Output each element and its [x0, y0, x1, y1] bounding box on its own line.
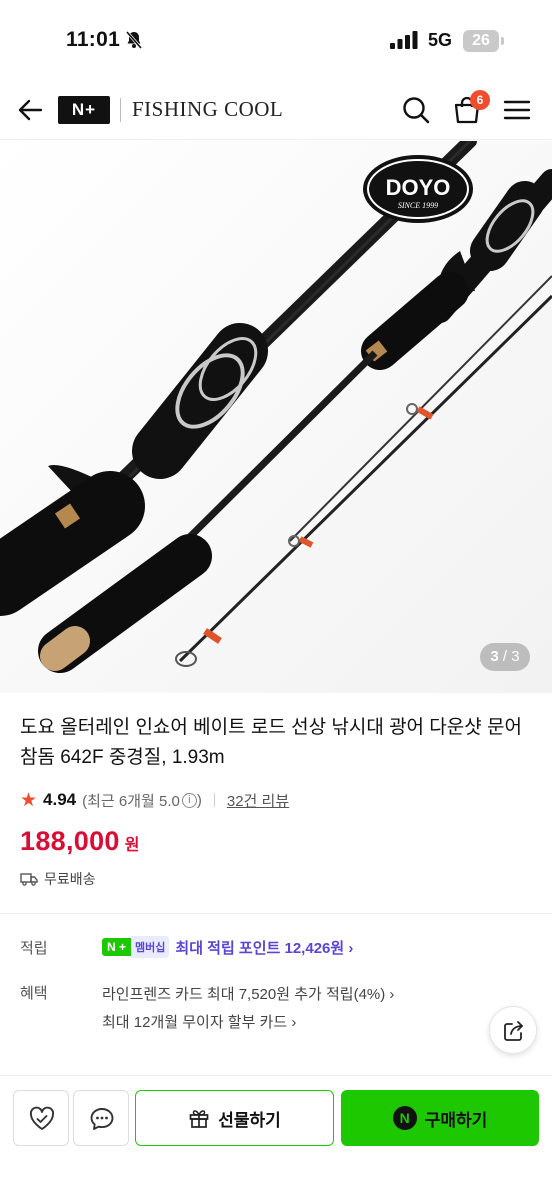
product-title: 도요 올터레인 인쇼어 베이트 로드 선상 낚시대 광어 다운샷 문어 참돔 6…	[20, 717, 522, 768]
rating-score: 4.94	[43, 790, 77, 809]
rating-recent: (최근 6개월 5.0	[82, 792, 180, 810]
membership-badge: 멤버십	[131, 936, 170, 958]
status-bar: 11:01 5G 26	[0, 0, 552, 80]
brand-divider	[120, 98, 121, 122]
rating-divider	[213, 793, 215, 807]
chat-inquiry-button[interactable]	[73, 1090, 129, 1146]
gift-button-label: 선물하기	[218, 1110, 281, 1130]
shipping-info: 무료배송	[20, 869, 96, 889]
review-count-link[interactable]: 32건 리뷰	[227, 790, 289, 811]
battery-icon: 26	[463, 30, 504, 52]
brand-logo-subtext: SINCE 1999	[398, 201, 438, 210]
benefit-label: 혜택	[20, 985, 48, 1002]
bottom-action-bar: 선물하기 N 구매하기	[0, 1075, 552, 1200]
info-icon[interactable]: i	[181, 792, 197, 808]
buy-now-button[interactable]: N 구매하기	[341, 1090, 539, 1146]
brand-logo-text: DOYO	[386, 175, 451, 200]
cart-count-badge: 6	[470, 90, 490, 110]
store-name[interactable]: FISHING COOL	[132, 97, 283, 122]
membership-points-text: 최대 적립 포인트 12,426원 ›	[175, 939, 354, 957]
installment-link[interactable]: 최대 12개월 무이자 할부 카드 ›	[102, 1011, 296, 1032]
wishlist-button[interactable]	[13, 1090, 69, 1146]
price-unit: 원	[124, 837, 140, 854]
gift-box-icon	[189, 1110, 209, 1128]
buy-button-label: 구매하기	[424, 1110, 488, 1130]
share-button[interactable]	[489, 1006, 537, 1054]
rating-recent-close: )	[196, 791, 202, 809]
image-page-counter: 3 / 3	[480, 643, 530, 671]
top-navigation-bar: N+ FISHING COOL 6	[0, 80, 552, 140]
product-image-carousel[interactable]: DOYO SINCE 1999 3 / 3	[0, 141, 552, 693]
card-reward-link[interactable]: 라인프렌즈 카드 최대 7,520원 추가 적립(4%) ›	[102, 983, 394, 1004]
delivery-truck-icon	[20, 873, 38, 886]
store-logo-badge[interactable]: N+	[58, 96, 110, 124]
share-icon	[504, 1021, 523, 1041]
rating-row: ★ 4.94 (최근 6개월 5.0 i ) 32건 리뷰	[20, 788, 289, 812]
gift-button[interactable]: 선물하기	[135, 1090, 334, 1146]
price-block: 188,000 원	[20, 826, 139, 857]
status-time: 11:01	[66, 28, 121, 51]
star-icon: ★	[20, 789, 38, 811]
hamburger-menu-icon[interactable]	[502, 96, 532, 124]
section-divider	[0, 913, 552, 914]
cellular-signal-icon	[390, 31, 420, 54]
image-page-total: / 3	[498, 648, 520, 665]
image-page-current: 3	[490, 648, 499, 665]
points-label: 적립	[20, 940, 48, 957]
price-amount: 188,000	[20, 826, 120, 856]
heart-check-icon	[29, 1106, 55, 1130]
back-arrow-icon[interactable]	[16, 96, 44, 124]
naver-pay-icon: N	[392, 1106, 417, 1130]
search-icon[interactable]	[401, 95, 431, 125]
bell-slash-icon	[124, 30, 144, 55]
network-type: 5G	[428, 30, 453, 50]
fishing-rod-photo: DOYO SINCE 1999	[0, 141, 552, 673]
shipping-text: 무료배송	[44, 871, 96, 887]
membership-points-link[interactable]: N + 멤버십 최대 적립 포인트 12,426원 ›	[102, 936, 353, 958]
naver-plus-badge: N +	[102, 938, 132, 956]
chat-bubble-icon	[90, 1108, 114, 1130]
